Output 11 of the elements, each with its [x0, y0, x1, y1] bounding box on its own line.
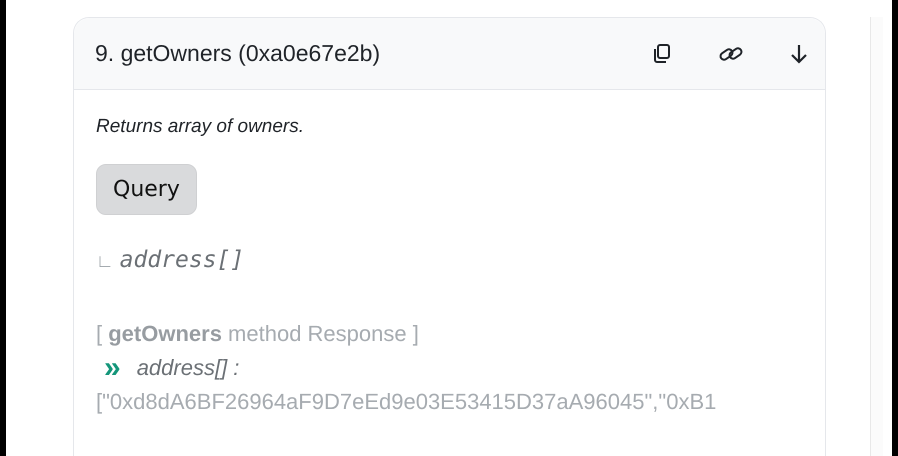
method-description: Returns array of owners. — [96, 116, 306, 138]
query-button[interactable]: Query — [96, 164, 197, 215]
copy-icon[interactable] — [652, 42, 672, 64]
chevron-icon: » — [104, 353, 121, 383]
response-heading: [ getOwners method Response ] — [96, 321, 420, 347]
response-type: address[] : — [136, 355, 240, 381]
output-marker: ∟ — [96, 251, 114, 272]
response-value: ["0xd8dA6BF26964aF9D7eEd9e03E53415D37aA96045","0xB1 — [96, 389, 718, 415]
method-title: 9. getOwners (0xa0e67e2b) — [95, 40, 380, 67]
arrow-down-icon[interactable] — [790, 42, 808, 64]
output-type: address[] — [120, 247, 244, 273]
